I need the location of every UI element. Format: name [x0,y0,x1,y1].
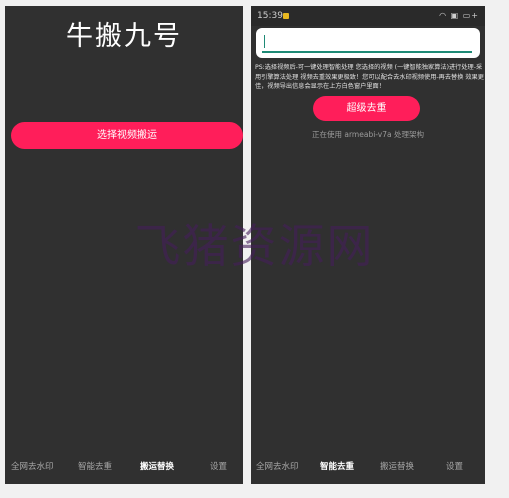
nav-transport-replace[interactable]: 搬运替换 [140,460,174,472]
nav-transport-replace[interactable]: 搬运替换 [380,460,414,472]
left-phone-screen: 牛搬九号 选择视频搬运 全网去水印 智能去重 搬运替换 设置 [5,6,243,484]
app-title: 牛搬九号 [66,21,182,52]
right-phone-screen: 15:39 ◠ ▣ ▭+ PS:选择视频后-可一键处理智能处理 您选择的视频 (… [251,6,485,484]
bottom-nav: 全网去水印 智能去重 搬运替换 设置 [251,460,485,474]
select-video-button[interactable]: 选择视频搬运 [11,122,243,149]
output-input[interactable] [262,32,472,53]
nav-remove-watermark[interactable]: 全网去水印 [256,460,299,472]
output-card [256,28,480,58]
nav-smart-dedup[interactable]: 智能去重 [78,460,112,472]
notification-icon [283,13,289,19]
status-icons: ◠ ▣ ▭+ [439,11,479,20]
nav-smart-dedup[interactable]: 智能去重 [320,460,354,472]
nav-remove-watermark[interactable]: 全网去水印 [11,460,54,472]
bottom-nav: 全网去水印 智能去重 搬运替换 设置 [5,460,243,474]
nav-settings[interactable]: 设置 [210,460,227,472]
architecture-status: 正在使用 armeabi-v7a 处理架构 [312,130,424,139]
text-caret [264,35,265,48]
status-time: 15:39 [257,11,283,21]
super-dedup-button[interactable]: 超级去重 [313,96,420,121]
ps-description: PS:选择视频后-可一键处理智能处理 您选择的视频 (一键智能独家算法)进行处理… [255,64,484,90]
nav-settings[interactable]: 设置 [446,460,463,472]
status-bar: 15:39 ◠ ▣ ▭+ [251,6,485,26]
